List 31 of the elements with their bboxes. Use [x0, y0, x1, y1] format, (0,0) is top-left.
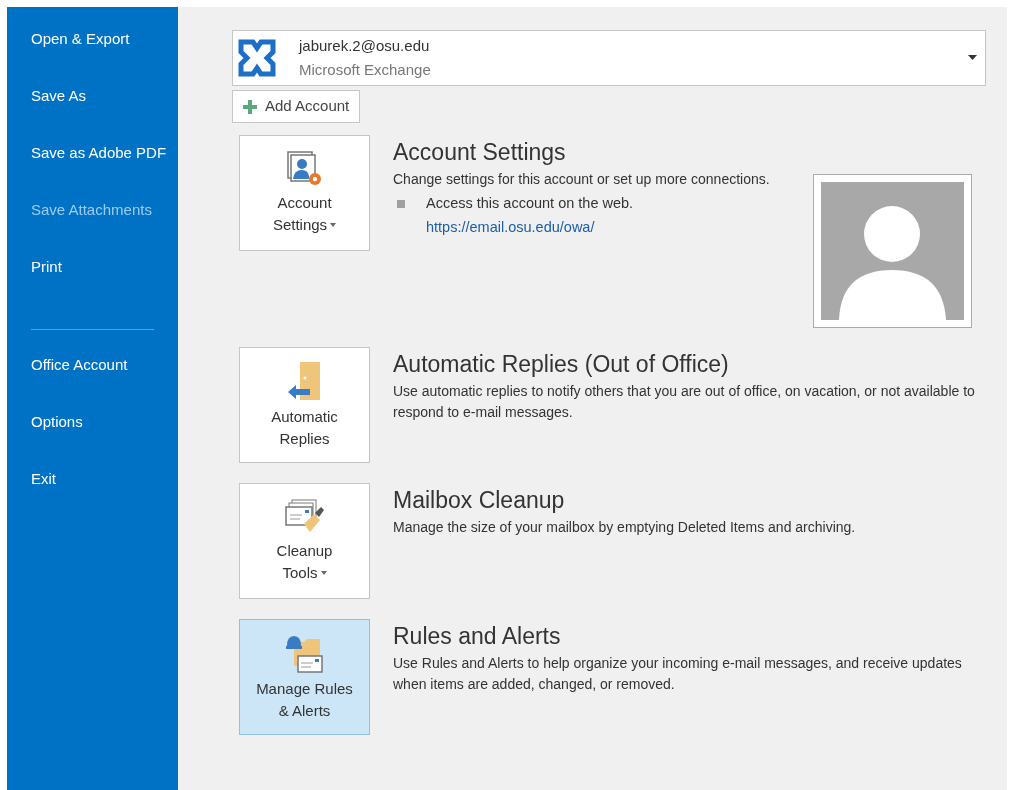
- account-type: Microsoft Exchange: [299, 60, 431, 80]
- ribbon-button[interactable]: Cleanup Tools: [239, 483, 370, 599]
- add-account-button[interactable]: Add Account: [232, 90, 361, 123]
- bullet-icon: [397, 199, 405, 208]
- section-title: Account Settings: [393, 138, 567, 167]
- section-title: Rules and Alerts: [393, 622, 562, 651]
- section-title: Automatic Replies (Out of Office): [393, 350, 730, 379]
- menu-item[interactable]: Options: [7, 407, 178, 437]
- account-dropdown[interactable]: jaburek.2@osu.edu Microsoft Exchange: [232, 30, 986, 86]
- section-title: Mailbox Cleanup: [393, 486, 566, 515]
- menu-item[interactable]: Print: [7, 252, 178, 282]
- ribbon-button[interactable]: Automatic Replies: [239, 347, 370, 463]
- menu-item[interactable]: Office Account: [7, 350, 178, 380]
- ribbon-button[interactable]: Account Settings: [239, 135, 370, 251]
- person-gear-icon: [285, 150, 324, 188]
- section-description: Use automatic replies to notify others that you are out of office, on vacation, or not available to respond to e-mail messages.: [393, 382, 976, 422]
- person-silhouette-icon: [821, 182, 964, 320]
- menu-item[interactable]: Save as Adobe PDF: [7, 138, 178, 168]
- menu-item[interactable]: Exit: [7, 464, 178, 494]
- section-description: Manage the size of your mailbox by emptying Deleted Items and archiving.: [393, 518, 857, 537]
- bullet-text: Access this account on the web.: [426, 194, 634, 213]
- web-access-link[interactable]: https://email.osu.edu/owa/: [426, 217, 595, 238]
- plus-icon: [243, 99, 257, 114]
- dropdown-caret-icon: [968, 55, 977, 61]
- exchange-logo-icon: [237, 38, 277, 78]
- section-description: Change settings for this account or set up more connections.: [393, 170, 771, 189]
- ribbon-button[interactable]: Manage Rules & Alerts: [239, 619, 370, 735]
- account-email: jaburek.2@osu.edu: [299, 36, 431, 56]
- menu-item[interactable]: Save As: [7, 81, 178, 111]
- menu-item[interactable]: Open & Export: [7, 24, 178, 54]
- section-description: Use Rules and Alerts to help organize your incoming e-mail messages, and receive updates when items are added, changed, or removed.: [393, 654, 963, 694]
